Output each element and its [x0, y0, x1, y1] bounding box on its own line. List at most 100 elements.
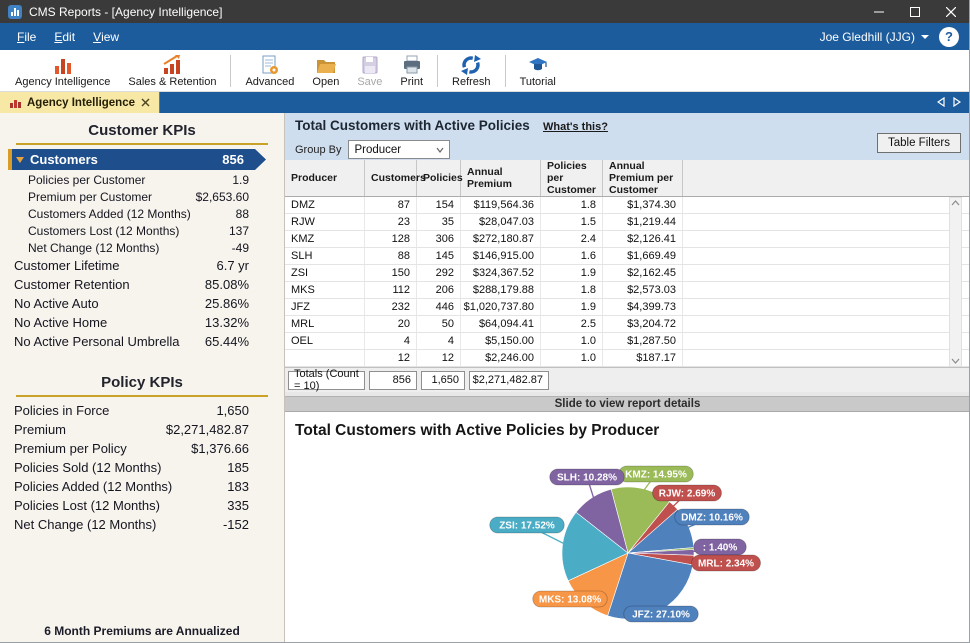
column-header-policies[interactable]: Policies: [417, 160, 463, 196]
table-cell: 128: [365, 231, 417, 247]
menu-item-file[interactable]: File: [8, 23, 45, 50]
kpi-row-policies-in-force[interactable]: Policies in Force 1,650: [0, 401, 284, 420]
totals-premium: $2,271,482.87: [469, 370, 549, 390]
column-header-policies-per-customer[interactable]: Policies per Customer: [541, 160, 603, 196]
kpi-row-customer-lifetime[interactable]: Customer Lifetime 6.7 yr: [0, 256, 284, 275]
kpi-row-net-change-12-months[interactable]: Net Change (12 Months) -152: [0, 515, 284, 534]
table-cell: MRL: [285, 316, 365, 332]
kpi-row-premium-per-customer[interactable]: Premium per Customer $2,653.60: [0, 188, 284, 205]
kpi-row-customers[interactable]: Customers 856: [8, 149, 266, 170]
user-menu[interactable]: Joe Gledhill (JJG): [820, 30, 929, 44]
sales-retention-button[interactable]: Sales & Retention: [119, 51, 225, 91]
table-row[interactable]: SLH 88 145 $146,915.00 1.6 $1,669.49: [285, 248, 969, 265]
table-cell: 12: [365, 350, 417, 366]
chart-section: Total Customers with Active Policies by …: [285, 412, 969, 642]
kpi-row-no-active-home[interactable]: No Active Home 13.32%: [0, 313, 284, 332]
table-cell: $3,204.72: [603, 316, 683, 332]
column-header-annual-premium-per-customer[interactable]: Annual Premium per Customer: [603, 160, 683, 196]
kpi-row-policies-added-12-months[interactable]: Policies Added (12 Months) 183: [0, 477, 284, 496]
advanced-button[interactable]: Advanced: [236, 51, 303, 91]
kpi-row-premium-per-policy[interactable]: Premium per Policy $1,376.66: [0, 439, 284, 458]
kpi-row-customers-added-12-months[interactable]: Customers Added (12 Months) 88: [0, 205, 284, 222]
svg-text:JFZ: 27.10%: JFZ: 27.10%: [632, 610, 690, 621]
title-bar: CMS Reports - [Agency Intelligence]: [0, 0, 969, 23]
table-cell-filler: [683, 333, 969, 349]
table-cell: 1.9: [541, 299, 603, 315]
tab-label: Agency Intelligence: [27, 96, 136, 109]
column-header-customers[interactable]: Customers: [365, 160, 426, 196]
table-cell: MKS: [285, 282, 365, 298]
tab-scroll-left-icon[interactable]: [936, 94, 945, 112]
kpi-value: -152: [222, 517, 249, 532]
agency-intelligence-button[interactable]: Agency Intelligence: [6, 51, 119, 91]
totals-row: Totals (Count = 10) 856 1,650 $2,271,482…: [285, 367, 969, 392]
kpi-row-customer-retention[interactable]: Customer Retention 85.08%: [0, 275, 284, 294]
column-header-annual-premium[interactable]: Annual Premium: [461, 160, 541, 196]
table-row[interactable]: DMZ 87 154 $119,564.36 1.8 $1,374.30: [285, 197, 969, 214]
refresh-button[interactable]: Refresh: [443, 51, 500, 91]
scroll-up-icon[interactable]: [951, 200, 960, 206]
tab-close-icon[interactable]: [141, 98, 150, 107]
close-button[interactable]: [933, 0, 969, 23]
table-cell: ZSI: [285, 265, 365, 281]
kpi-row-no-active-personal-umbrella[interactable]: No Active Personal Umbrella 65.44%: [0, 332, 284, 351]
table-row[interactable]: RJW 23 35 $28,047.03 1.5 $1,219.44: [285, 214, 969, 231]
table-row[interactable]: MRL 20 50 $64,094.41 2.5 $3,204.72: [285, 316, 969, 333]
scroll-down-icon[interactable]: [951, 358, 960, 364]
table-row[interactable]: OEL 4 4 $5,150.00 1.0 $1,287.50: [285, 333, 969, 350]
table-cell: 154: [417, 197, 461, 213]
open-button[interactable]: Open: [303, 51, 348, 91]
table-cell: 1.8: [541, 282, 603, 298]
kpi-row-policies-per-customer[interactable]: Policies per Customer 1.9: [0, 171, 284, 188]
group-by-select[interactable]: Producer: [348, 140, 451, 159]
kpi-row-premium[interactable]: Premium $2,271,482.87: [0, 420, 284, 439]
table-row[interactable]: MKS 112 206 $288,179.88 1.8 $2,573.03: [285, 282, 969, 299]
svg-text:SLH: 10.28%: SLH: 10.28%: [557, 473, 617, 484]
chevron-down-icon: [921, 34, 929, 39]
kpi-row-no-active-auto[interactable]: No Active Auto 25.86%: [0, 294, 284, 313]
svg-text:DMZ: 10.16%: DMZ: 10.16%: [681, 513, 743, 524]
group-by-value: Producer: [354, 143, 402, 156]
table-cell-filler: [683, 197, 969, 213]
menu-item-view[interactable]: View: [84, 23, 128, 50]
splitter-bar[interactable]: Slide to view report details: [285, 396, 969, 412]
table-cell: 23: [365, 214, 417, 230]
kpi-value: 183: [227, 479, 249, 494]
minimize-button[interactable]: [861, 0, 897, 23]
tab-agency-intelligence[interactable]: Agency Intelligence: [0, 92, 161, 113]
maximize-button[interactable]: [897, 0, 933, 23]
printer-icon: [401, 54, 423, 76]
table-cell: $1,287.50: [603, 333, 683, 349]
kpi-value: $2,271,482.87: [165, 422, 249, 437]
totals-label: Totals (Count = 10): [288, 368, 365, 392]
table-row[interactable]: JFZ 232 446 $1,020,737.80 1.9 $4,399.73: [285, 299, 969, 316]
kpi-row-customers-lost-12-months[interactable]: Customers Lost (12 Months) 137: [0, 222, 284, 239]
table-row[interactable]: 12 12 $2,246.00 1.0 $187.17: [285, 350, 969, 367]
table-cell: $2,162.45: [603, 265, 683, 281]
report-title: Total Customers with Active Policies: [295, 118, 530, 133]
table-row[interactable]: KMZ 128 306 $272,180.87 2.4 $2,126.41: [285, 231, 969, 248]
kpi-value: 185: [227, 460, 249, 475]
kpi-value: 137: [228, 223, 249, 238]
menu-item-edit[interactable]: Edit: [45, 23, 84, 50]
tutorial-button[interactable]: Tutorial: [511, 51, 565, 91]
help-button[interactable]: ?: [939, 26, 959, 47]
table-cell: SLH: [285, 248, 365, 264]
app-icon: [8, 4, 22, 19]
table-row[interactable]: ZSI 150 292 $324,367.52 1.9 $2,162.45: [285, 265, 969, 282]
whats-this-link[interactable]: What's this?: [543, 121, 608, 133]
tab-scroll-right-icon[interactable]: [953, 94, 962, 112]
table-cell: 306: [417, 231, 461, 247]
kpi-row-policies-lost-12-months[interactable]: Policies Lost (12 Months) 335: [0, 496, 284, 515]
kpi-row-policies-sold-12-months[interactable]: Policies Sold (12 Months) 185: [0, 458, 284, 477]
kpi-row-net-change-12-months[interactable]: Net Change (12 Months) -49: [0, 239, 284, 256]
print-button[interactable]: Print: [391, 51, 432, 91]
kpi-value: 1,650: [216, 403, 249, 418]
column-header-producer[interactable]: Producer: [285, 160, 365, 196]
table-filters-button[interactable]: Table Filters: [877, 133, 961, 153]
toolbar-separator: [437, 55, 439, 87]
kpi-value: 88: [235, 206, 249, 221]
vertical-scrollbar[interactable]: [949, 197, 962, 367]
policy-kpi-list: Policies in Force 1,650 Premium $2,271,482.…: [0, 401, 284, 534]
kpi-value: 6.7 yr: [216, 258, 249, 273]
